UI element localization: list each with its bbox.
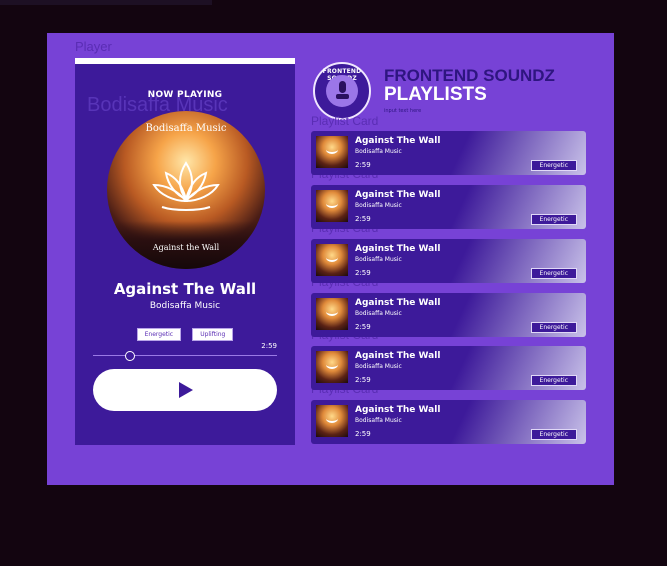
playlist-item[interactable]: Against The Wall Bodisaffa Music 2:59 En… xyxy=(311,239,586,283)
playlist-item-time: 2:59 xyxy=(355,376,371,384)
track-title: Against The Wall xyxy=(113,280,257,298)
playlist-item-tag: Energetic xyxy=(530,375,577,386)
playlist-item-time: 2:59 xyxy=(355,215,371,223)
play-button[interactable] xyxy=(93,369,277,411)
playlist-item-artist: Bodisaffa Music xyxy=(355,363,402,370)
playlist-item-time: 2:59 xyxy=(355,323,371,331)
lotus-icon xyxy=(326,360,338,369)
top-bar xyxy=(0,0,212,5)
progress-knob[interactable] xyxy=(124,351,135,361)
tag-uplifting[interactable]: Uplifting xyxy=(192,328,234,341)
playlist-item-artist: Bodisaffa Music xyxy=(355,202,402,209)
brand-logo: FRONTEND SOUNDZ xyxy=(313,62,371,120)
playlist-item[interactable]: Against The Wall Bodisaffa Music 2:59 En… xyxy=(311,346,586,390)
playlist-item[interactable]: Against The Wall Bodisaffa Music 2:59 En… xyxy=(311,293,586,337)
playlist-thumb xyxy=(316,136,348,168)
lotus-icon xyxy=(326,199,338,208)
playlist-item-time: 2:59 xyxy=(355,269,371,277)
brand-small-text: input text here xyxy=(384,108,422,114)
playlist-item-title: Against The Wall xyxy=(355,244,441,254)
microphone-icon xyxy=(339,81,346,93)
playlist-item[interactable]: Against The Wall Bodisaffa Music 2:59 En… xyxy=(311,185,586,229)
track-artist: Bodisaffa Music xyxy=(149,301,221,311)
playlist-thumb xyxy=(316,190,348,222)
album-art: Bodisaffa Music Against the Wall xyxy=(107,111,265,269)
lotus-icon xyxy=(326,414,338,423)
playlist-item-tag: Energetic xyxy=(530,429,577,440)
playlist-thumb xyxy=(316,298,348,330)
playlist-item-time: 2:59 xyxy=(355,161,371,169)
playlist-card-label: Playlist Card xyxy=(311,114,379,128)
lotus-icon xyxy=(326,145,338,154)
track-duration: 2:59 xyxy=(261,342,277,350)
playlist-item[interactable]: Against The Wall Bodisaffa Music 2:59 En… xyxy=(311,131,586,175)
microphone-base xyxy=(336,94,349,99)
playlist-item-time: 2:59 xyxy=(355,430,371,438)
album-art-title: Bodisaffa Music xyxy=(145,123,227,134)
app-frame: Player Bodisaffa Music NOW PLAYING Bodis… xyxy=(47,33,614,485)
playlist-thumb xyxy=(316,405,348,437)
playlist-item-artist: Bodisaffa Music xyxy=(355,417,402,424)
playlist-item-title: Against The Wall xyxy=(355,351,441,361)
playlist-item[interactable]: Against The Wall Bodisaffa Music 2:59 En… xyxy=(311,400,586,444)
lotus-icon xyxy=(326,307,338,316)
playlist-thumb xyxy=(316,244,348,276)
player-top-line xyxy=(75,58,295,64)
playlist-thumb xyxy=(316,351,348,383)
play-icon xyxy=(179,382,193,398)
lotus-icon xyxy=(152,161,220,211)
playlist-item-tag: Energetic xyxy=(530,214,577,225)
playlist-item-artist: Bodisaffa Music xyxy=(355,148,402,155)
lotus-icon xyxy=(326,253,338,262)
progress-track[interactable] xyxy=(93,355,277,356)
brand-title: FRONTEND SOUNDZ xyxy=(384,66,555,85)
playlist-item-title: Against The Wall xyxy=(355,298,441,308)
playlist-item-tag: Energetic xyxy=(530,322,577,333)
player-panel: Bodisaffa Music NOW PLAYING Bodisaffa Mu… xyxy=(75,58,295,445)
playlist-item-title: Against The Wall xyxy=(355,190,441,200)
frame-label: Player xyxy=(75,39,112,54)
playlist-item-artist: Bodisaffa Music xyxy=(355,310,402,317)
playlist-item-artist: Bodisaffa Music xyxy=(355,256,402,263)
logo-inner-circle xyxy=(326,75,358,107)
album-art-subtitle: Against the Wall xyxy=(152,243,220,252)
playlist-item-title: Against The Wall xyxy=(355,405,441,415)
playlist-item-tag: Energetic xyxy=(530,268,577,279)
brand-subtitle: PLAYLISTS xyxy=(384,84,487,105)
playlist-item-tag: Energetic xyxy=(530,160,577,171)
now-playing-label: NOW PLAYING xyxy=(147,90,223,100)
playlist-item-title: Against The Wall xyxy=(355,136,441,146)
track-tags: Energetic Uplifting xyxy=(75,321,295,341)
tag-energetic[interactable]: Energetic xyxy=(136,328,182,341)
